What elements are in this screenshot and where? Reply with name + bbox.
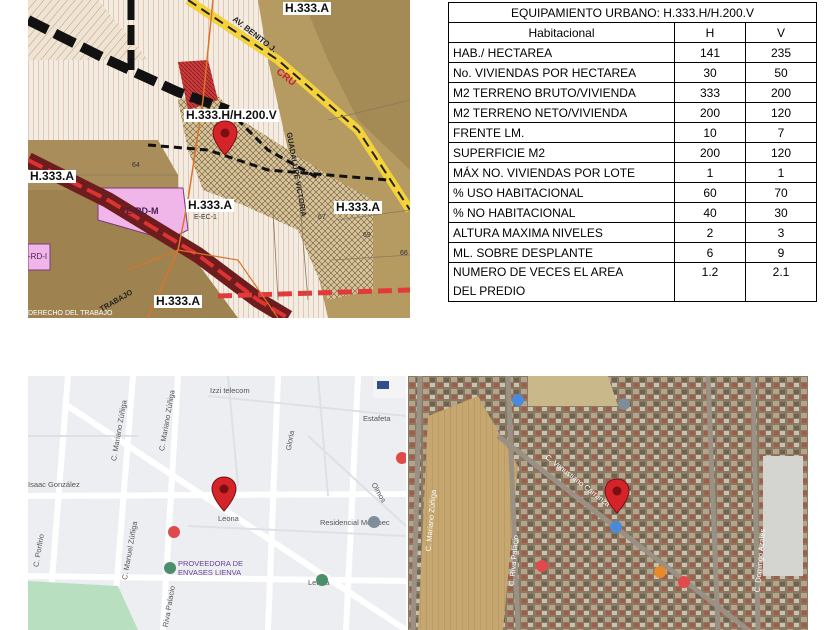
table-header-row: Habitacional H V xyxy=(448,22,817,43)
poi-marker-icon[interactable] xyxy=(368,516,380,528)
zoning-map-drawing xyxy=(28,0,410,318)
zone-label-rdm-left: -RD-I xyxy=(28,252,48,261)
table-row: M2 TERRENO NETO/VIVIENDA 200 120 xyxy=(448,102,817,123)
place-label-lecona: Leona xyxy=(218,514,239,523)
poi-marker-icon[interactable] xyxy=(168,526,180,538)
row-label: ALTURA MAXIMA NIVELES xyxy=(448,222,675,243)
poi-marker-icon[interactable] xyxy=(678,576,690,588)
street-map[interactable]: Izzi telecom Estafeta Residencial Metepe… xyxy=(28,376,406,630)
zone-label-right: H.333.A xyxy=(334,200,383,214)
location-pin-icon[interactable] xyxy=(211,476,237,512)
zone-label-center: H.333.A xyxy=(186,198,235,212)
row-value-v: 30 xyxy=(745,202,817,223)
road-label-derecho: DERECHO DEL TRABAJO xyxy=(28,310,113,317)
row-label: M2 TERRENO BRUTO/VIVIENDA xyxy=(448,82,675,103)
row-value-v: 235 xyxy=(745,42,817,63)
row-label: NUMERO DE VECES EL AREA DEL PREDIO xyxy=(448,262,675,302)
poi-marker-icon[interactable] xyxy=(396,452,406,464)
row-value-v: 3 xyxy=(745,222,817,243)
poi-marker-icon[interactable] xyxy=(618,398,630,410)
place-label-proveedora: PROVEEDORA DE xyxy=(178,559,244,568)
row-value-h: 40 xyxy=(674,202,746,223)
poi-marker-icon[interactable] xyxy=(316,574,328,586)
zone-label-bottom: H.333.A xyxy=(154,294,203,308)
row-label: % NO HABITACIONAL xyxy=(448,202,675,223)
row-value-v: 120 xyxy=(745,142,817,163)
zone-label-rdm: E-RD-M xyxy=(126,206,159,216)
row-value-h: 141 xyxy=(674,42,746,63)
row-value-h: 1.2 xyxy=(674,262,746,302)
row-label-line: NUMERO DE VECES EL AREA xyxy=(453,265,624,279)
row-label: SUPERFICIE M2 xyxy=(448,142,675,163)
table-header-h: H xyxy=(674,22,746,43)
row-value-v: 9 xyxy=(745,242,817,263)
satellite-map[interactable]: C. Mariano Zúñiga C. Riva Palacio C. Dom… xyxy=(408,376,808,630)
row-label: FRENTE LM. xyxy=(448,122,675,143)
row-label: M2 TERRENO NETO/VIVIENDA xyxy=(448,102,675,123)
row-value-v: 1 xyxy=(745,162,817,183)
row-value-h: 1 xyxy=(674,162,746,183)
row-label: No. VIVIENDAS POR HECTAREA xyxy=(448,62,675,83)
block-number: 67 xyxy=(318,214,326,221)
table-row: NUMERO DE VECES EL AREA DEL PREDIO 1.2 2… xyxy=(448,262,817,302)
table-row: ALTURA MAXIMA NIVELES 2 3 xyxy=(448,222,817,243)
row-value-h: 10 xyxy=(674,122,746,143)
table-header-label: Habitacional xyxy=(448,22,675,43)
table-row: MÁX NO. VIVIENDAS POR LOTE 1 1 xyxy=(448,162,817,183)
row-value-h: 30 xyxy=(674,62,746,83)
table-row: FRENTE LM. 10 7 xyxy=(448,122,817,143)
row-label-line: DEL PREDIO xyxy=(453,284,526,298)
row-value-v: 70 xyxy=(745,182,817,203)
table-row: SUPERFICIE M2 200 120 xyxy=(448,142,817,163)
location-pin-icon[interactable] xyxy=(604,478,630,514)
row-value-h: 333 xyxy=(674,82,746,103)
table-row: ML. SOBRE DESPLANTE 6 9 xyxy=(448,242,817,263)
table-header-v: V xyxy=(745,22,817,43)
row-value-v: 200 xyxy=(745,82,817,103)
row-value-h: 200 xyxy=(674,142,746,163)
row-value-v: 120 xyxy=(745,102,817,123)
poi-marker-icon[interactable] xyxy=(512,394,524,406)
row-value-v: 2.1 xyxy=(745,262,817,302)
street-label-gonzalez: Isaac González xyxy=(28,480,80,489)
table-row: % NO HABITACIONAL 40 30 xyxy=(448,202,817,223)
row-label: ML. SOBRE DESPLANTE xyxy=(448,242,675,263)
block-number: 69 xyxy=(363,232,371,239)
row-value-h: 60 xyxy=(674,182,746,203)
poi-marker-icon[interactable] xyxy=(536,560,548,572)
row-label: MÁX NO. VIVIENDAS POR LOTE xyxy=(448,162,675,183)
poi-marker-icon[interactable] xyxy=(654,566,666,578)
zone-label-left: H.333.A xyxy=(28,169,77,183)
place-label-proveedora: ENVASES LIENVA xyxy=(178,568,242,577)
poi-marker-icon[interactable] xyxy=(164,562,176,574)
table-row: HAB./ HECTAREA 141 235 xyxy=(448,42,817,63)
place-label-estafeta: Estafeta xyxy=(363,414,391,423)
row-value-v: 50 xyxy=(745,62,817,83)
row-value-h: 200 xyxy=(674,102,746,123)
table-row: No. VIVIENDAS POR HECTAREA 30 50 xyxy=(448,62,817,83)
location-pin-icon[interactable] xyxy=(212,120,238,156)
block-number: 64 xyxy=(132,162,140,169)
zoning-map: H.333.A H.333.H/H.200.V H.333.A H.333.A … xyxy=(28,0,410,318)
row-label: % USO HABITACIONAL xyxy=(448,182,675,203)
row-value-h: 6 xyxy=(674,242,746,263)
block-number: 66 xyxy=(400,250,408,257)
row-value-v: 7 xyxy=(745,122,817,143)
zone-label-ec: E-EC-1 xyxy=(194,214,217,221)
row-label: HAB./ HECTAREA xyxy=(448,42,675,63)
row-value-h: 2 xyxy=(674,222,746,243)
place-label-telecom: Izzi telecom xyxy=(210,386,250,395)
zoning-parameters-table: EQUIPAMIENTO URBANO: H.333.H/H.200.V Hab… xyxy=(448,2,817,302)
table-row: % USO HABITACIONAL 60 70 xyxy=(448,182,817,203)
table-title-row: EQUIPAMIENTO URBANO: H.333.H/H.200.V xyxy=(448,2,817,23)
table-title: EQUIPAMIENTO URBANO: H.333.H/H.200.V xyxy=(448,2,817,23)
zone-label-top-right: H.333.A xyxy=(283,1,332,15)
poi-marker-icon[interactable] xyxy=(610,521,622,533)
table-row: M2 TERRENO BRUTO/VIVIENDA 333 200 xyxy=(448,82,817,103)
